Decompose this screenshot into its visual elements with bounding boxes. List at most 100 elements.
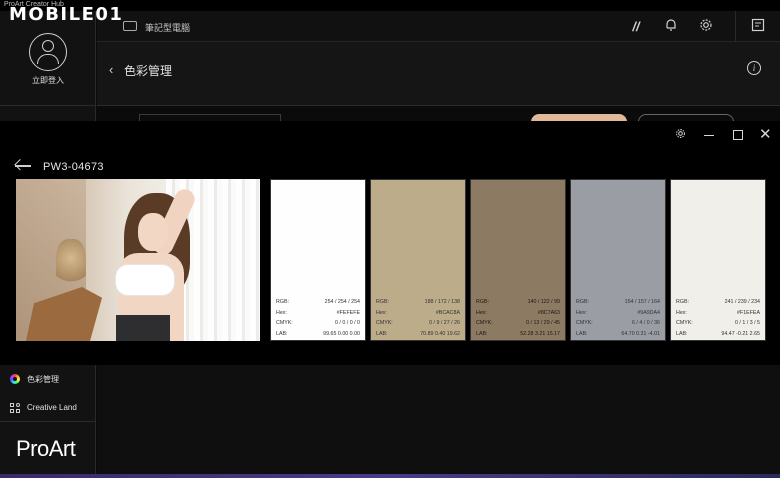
swatch-color [371,180,465,297]
page-title: 色彩管理 [124,64,173,78]
swatch-hex-row: Hex: #BCAC8A [376,308,460,319]
sidebar-item-color-management[interactable]: 色彩管理 [0,365,96,393]
laptop-icon [123,21,137,31]
swatch-lab-value: 70.89 0.40 19.62 [420,330,460,337]
close-button[interactable]: ✕ [759,127,772,143]
swatch-lab-value: 64.70 0.31 -4.01 [621,330,660,337]
swatch-color [571,180,665,297]
color-swatch[interactable]: RGB: 154 / 157 / 164 Hex: #9A9DA4 CMYK: 6 / 4… [570,179,666,341]
swatch-lab-label: LAB: [576,330,588,337]
swatch-lab-row: LAB: 70.89 0.40 19.62 [376,329,460,340]
swatch-cmyk-row: CMYK: 0 / 13 / 29 / 45 [476,318,560,329]
swatch-hex-value: #F1EFEA [737,309,760,316]
swatch-rgb-label: RGB: [676,299,689,305]
swatch-hex-label: Hex: [676,309,687,316]
info-icon[interactable]: i [747,61,761,75]
swatch-cmyk-row: CMYK: 6 / 4 / 0 / 36 [576,318,660,329]
proart-logo: ProArt [16,436,76,461]
login-link[interactable]: 立即登入 [0,75,96,86]
image-title: PW3-04673 [43,161,104,173]
swatch-lab-value: 99.65 0.00 0.00 [323,330,360,337]
swatch-rgb-value: 154 / 157 / 164 [624,299,660,305]
swatch-hex-row: Hex: #FEFEFE [276,308,360,319]
swatch-rgb-row: RGB: 254 / 254 / 254 [276,297,360,308]
swatch-rgb-row: RGB: 241 / 239 / 234 [676,297,760,308]
swatch-rgb-label: RGB: [476,299,489,305]
swatch-cmyk-value: 6 / 4 / 0 / 36 [632,320,660,326]
swatch-lab-row: LAB: 64.70 0.31 -4.01 [576,329,660,340]
swatch-rgb-value: 241 / 239 / 234 [724,299,760,305]
swatch-cmyk-value: 0 / 13 / 29 / 45 [526,320,560,326]
swatch-cmyk-row: CMYK: 0 / 0 / 0 / 0 [276,318,360,329]
image-viewer-window: ✕ PW3-04673 RGB: 254 / 254 / 254 Hex: #FEFE… [0,121,780,365]
swatch-lab-value: 94.47 -0.21 2.65 [721,330,760,337]
asus-logo-icon[interactable]: // [627,18,645,36]
swatch-hex-row: Hex: #F1EFEA [676,308,760,319]
swatch-rgb-label: RGB: [276,299,289,305]
swatch-hex-label: Hex: [476,309,487,316]
swatch-lab-row: LAB: 52.28 3.21 15.17 [476,329,560,340]
swatch-lab-label: LAB: [476,330,488,337]
notes-icon[interactable] [749,18,767,36]
color-swatch[interactable]: RGB: 241 / 239 / 234 Hex: #F1EFEA CMYK: 0 / 1… [670,179,766,341]
swatch-hex-value: #FEFEFE [336,309,360,316]
swatch-hex-label: Hex: [276,309,287,316]
watermark-logo: MOBILE01 [9,4,124,25]
swatch-color [471,180,565,297]
swatch-cmyk-label: CMYK: [676,320,693,326]
swatch-lab-row: LAB: 99.65 0.00 0.00 [276,329,360,340]
swatch-hex-value: #9A9DA4 [637,309,660,316]
swatch-hex-row: Hex: #8C7A63 [476,308,560,319]
swatch-cmyk-value: 0 / 9 / 27 / 26 [429,320,460,326]
swatch-hex-value: #8C7A63 [537,309,560,316]
swatch-cmyk-value: 0 / 0 / 0 / 0 [334,320,360,326]
sidebar-top: 立即登入 [0,11,96,121]
swatch-cmyk-label: CMYK: [476,320,493,326]
page-header: ‹ 色彩管理 i [97,42,780,106]
swatch-cmyk-row: CMYK: 0 / 9 / 27 / 26 [376,318,460,329]
swatch-rgb-row: RGB: 188 / 172 / 138 [376,297,460,308]
color-swatch[interactable]: RGB: 188 / 172 / 138 Hex: #BCAC8A CMYK: 0 / 9… [370,179,466,341]
swatch-lab-row: LAB: 94.47 -0.21 2.65 [676,329,760,340]
swatch-cmyk-value: 0 / 1 / 3 / 5 [734,320,760,326]
swatch-lab-label: LAB: [276,330,288,337]
swatch-rgb-label: RGB: [576,299,589,305]
swatch-hex-value: #BCAC8A [435,309,460,316]
device-label[interactable]: 筆記型電腦 [145,21,190,34]
top-bar: 筆記型電腦 // [97,11,780,42]
taskbar [0,474,780,478]
sidebar-bottom: 色彩管理 Creative Land ProArt [0,365,96,478]
color-swatch[interactable]: RGB: 254 / 254 / 254 Hex: #FEFEFE CMYK: 0 / 0… [270,179,366,341]
swatch-cmyk-label: CMYK: [576,320,593,326]
avatar-icon[interactable] [29,33,67,71]
swatch-rgb-value: 140 / 122 / 99 [527,299,560,305]
color-swatch[interactable]: RGB: 140 / 122 / 99 Hex: #8C7A63 CMYK: 0 / 13… [470,179,566,341]
grid-icon [10,403,20,413]
swatch-color [671,180,765,297]
settings-gear-icon[interactable] [672,127,688,143]
minimize-button[interactable] [704,135,714,136]
back-chevron-icon[interactable]: ‹ [109,62,113,77]
gear-icon[interactable] [697,18,715,36]
swatch-hex-label: Hex: [576,309,587,316]
swatch-rgb-value: 188 / 172 / 138 [424,299,460,305]
bell-icon[interactable] [662,18,680,36]
swatch-rgb-row: RGB: 140 / 122 / 99 [476,297,560,308]
maximize-button[interactable] [733,130,743,140]
sidebar-item-creative-land[interactable]: Creative Land [0,394,96,422]
swatch-cmyk-label: CMYK: [276,320,293,326]
swatch-lab-label: LAB: [376,330,388,337]
swatch-hex-label: Hex: [376,309,387,316]
swatch-lab-label: LAB: [676,330,688,337]
color-wheel-icon [10,374,20,384]
back-arrow-icon[interactable] [14,159,32,173]
swatch-lab-value: 52.28 3.21 15.17 [520,330,560,337]
swatch-rgb-row: RGB: 154 / 157 / 164 [576,297,660,308]
swatch-cmyk-row: CMYK: 0 / 1 / 3 / 5 [676,318,760,329]
swatch-color [271,180,365,297]
swatch-hex-row: Hex: #9A9DA4 [576,308,660,319]
preview-photo [16,179,260,341]
main-content [97,365,780,478]
swatch-cmyk-label: CMYK: [376,320,393,326]
swatch-rgb-label: RGB: [376,299,389,305]
